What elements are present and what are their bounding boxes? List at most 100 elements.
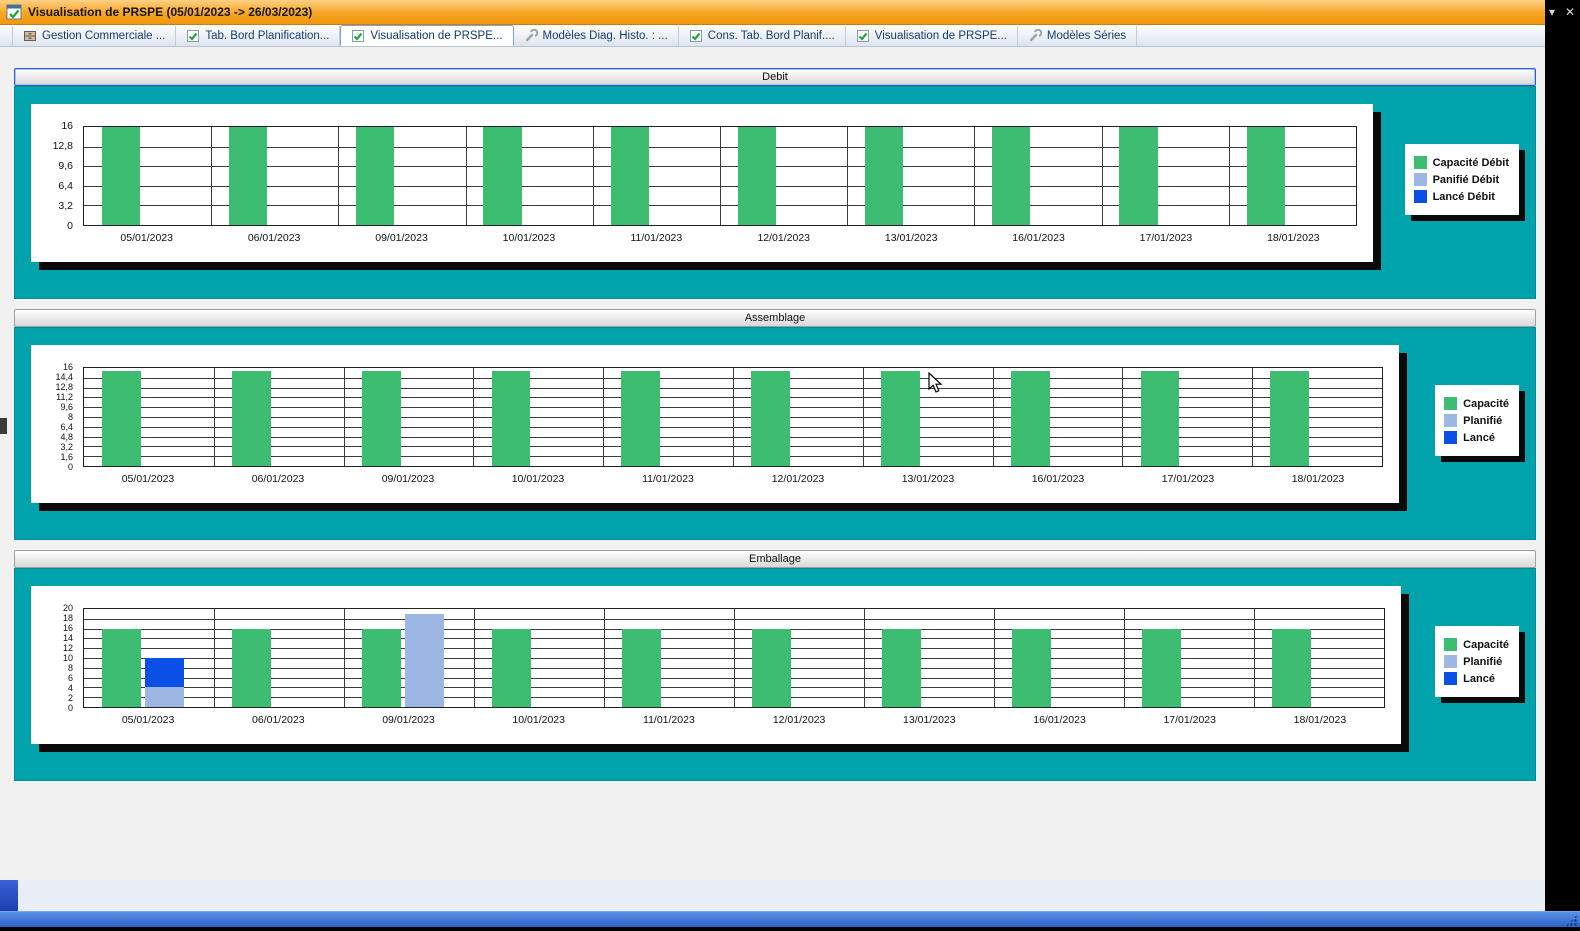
legend-label: Lancé Débit: [1433, 191, 1495, 203]
x-tick-label: 09/01/2023: [343, 473, 473, 485]
tab-label: Visualisation de PRSPE...: [875, 30, 1007, 42]
legend-label: Capacité: [1463, 398, 1509, 410]
x-tick-label: 05/01/2023: [83, 473, 213, 485]
bar-group: [994, 609, 1124, 707]
y-tick-label: 9,6: [58, 160, 73, 172]
legend-item: Capacité Débit: [1414, 156, 1509, 169]
tab-3[interactable]: Visualisation de PRSPE...: [340, 25, 513, 46]
chart-emballage: 20181614121086420 05/01/202306/01/202309…: [31, 586, 1401, 744]
panel-header-emballage[interactable]: Emballage: [14, 550, 1536, 568]
panel-body-debit: 1612,89,66,43,20 05/01/202306/01/202309/…: [14, 86, 1536, 299]
legend-label: Lancé: [1463, 432, 1495, 444]
panel-emballage: Emballage 20181614121086420 05/01/202306…: [14, 550, 1536, 781]
content-area: Debit 1612,89,66,43,20 05/01/202306/01/2…: [0, 47, 1545, 880]
x-tick-label: 13/01/2023: [847, 232, 974, 244]
bar-group: [604, 609, 734, 707]
capacity-bar: [1272, 629, 1311, 707]
legend-emballage: CapacitéPlanifiéLancé: [1435, 626, 1519, 697]
panel-header-debit[interactable]: Debit: [14, 68, 1536, 86]
tab-label: Tab. Bord Planification...: [205, 30, 329, 42]
tab-4[interactable]: Modèles Diag. Histo. : ...: [514, 26, 679, 46]
tab-6[interactable]: Visualisation de PRSPE...: [846, 26, 1018, 46]
desktop-right-column: ▾ ✕: [1545, 0, 1580, 911]
bar-group: [473, 368, 603, 466]
legend-item: Planifié: [1444, 655, 1509, 668]
y-tick-label: 3,2: [60, 442, 73, 452]
check-icon: [856, 29, 870, 43]
wrench-icon: [524, 29, 538, 43]
bar-group: [1122, 368, 1252, 466]
close-button[interactable]: ✕: [1565, 5, 1575, 19]
status-bar: [0, 911, 1580, 927]
legend-debit: Capacité Débit Panifié Débit Lancé Débit: [1405, 144, 1519, 215]
docked-panel-handle[interactable]: [0, 418, 7, 434]
bar-group: [720, 127, 847, 225]
capacity-bar: [1247, 127, 1285, 225]
check-icon: [689, 29, 703, 43]
tab-5[interactable]: Cons. Tab. Bord Planif....: [679, 26, 846, 46]
capacity-bar: [611, 127, 649, 225]
x-tick-label: 11/01/2023: [604, 714, 734, 726]
bar-group: [733, 368, 863, 466]
capacity-bar: [362, 629, 401, 707]
check-icon: [351, 29, 365, 43]
capacity-bar: [882, 629, 921, 707]
x-tick-label: 18/01/2023: [1230, 232, 1357, 244]
tab-7[interactable]: Modèles Séries: [1018, 26, 1137, 46]
capacity-bar: [232, 629, 271, 707]
bottom-strip: [0, 880, 1545, 911]
legend-swatch-capacity: [1444, 638, 1457, 651]
tab-1[interactable]: Gestion Commerciale ...: [12, 26, 176, 46]
y-axis: 1612,89,66,43,20: [31, 126, 77, 226]
bar-group: [847, 127, 974, 225]
panel-body-assemblage: 1614,412,811,29,686,44,83,21,60 05/01/20…: [14, 327, 1536, 540]
capacity-bar: [1142, 629, 1181, 707]
tab-2[interactable]: Tab. Bord Planification...: [176, 26, 340, 46]
tab-bar: Gestion Commerciale ... Tab. Bord Planifi…: [0, 25, 1545, 47]
panel-body-emballage: 20181614121086420 05/01/202306/01/202309…: [14, 568, 1536, 781]
plot-area: [83, 126, 1357, 226]
resize-grip[interactable]: [1566, 915, 1577, 926]
capacity-bar: [102, 629, 141, 707]
legend-label: Panifié Débit: [1433, 174, 1500, 186]
x-tick-label: 12/01/2023: [720, 232, 847, 244]
bar-group: [1102, 127, 1229, 225]
y-tick-label: 16: [63, 623, 73, 633]
bar-group: [466, 127, 593, 225]
capacity-bar: [1012, 629, 1051, 707]
panel-header-assemblage[interactable]: Assemblage: [14, 309, 1536, 327]
capacity-bar: [492, 629, 531, 707]
capacity-bar: [738, 127, 776, 225]
x-tick-label: 10/01/2023: [473, 473, 603, 485]
legend-swatch-launched: [1444, 431, 1457, 444]
x-tick-label: 13/01/2023: [863, 473, 993, 485]
capacity-bar: [1270, 371, 1309, 466]
bar-group: [344, 609, 474, 707]
legend-label: Planifié: [1463, 415, 1502, 427]
chart-assemblage: 1614,412,811,29,686,44,83,21,60 05/01/20…: [31, 345, 1399, 503]
bar-group: [214, 609, 344, 707]
mouse-cursor: [927, 372, 947, 394]
x-tick-label: 05/01/2023: [83, 714, 213, 726]
restore-button[interactable]: ▾: [1549, 5, 1555, 19]
y-tick-label: 1,6: [60, 452, 73, 462]
legend-label: Capacité Débit: [1433, 157, 1509, 169]
legend-item: Capacité: [1444, 397, 1509, 410]
capacity-bar: [362, 371, 401, 466]
y-tick-label: 6: [68, 673, 73, 683]
capacity-bar: [621, 371, 660, 466]
legend-swatch-planned: [1444, 414, 1457, 427]
x-axis: 05/01/202306/01/202309/01/202310/01/2023…: [83, 232, 1357, 244]
capacity-bar: [865, 127, 903, 225]
y-tick-label: 2: [68, 693, 73, 703]
x-tick-label: 16/01/2023: [975, 232, 1102, 244]
x-tick-label: 05/01/2023: [83, 232, 210, 244]
y-tick-label: 3,2: [58, 200, 73, 212]
capacity-bar: [1141, 371, 1180, 466]
bar-group: [864, 609, 994, 707]
window-icon: [6, 4, 22, 20]
legend-swatch-launched: [1414, 190, 1427, 203]
capacity-bar: [881, 371, 920, 466]
panel-debit: Debit 1612,89,66,43,20 05/01/202306/01/2…: [14, 68, 1536, 299]
x-tick-label: 16/01/2023: [994, 714, 1124, 726]
